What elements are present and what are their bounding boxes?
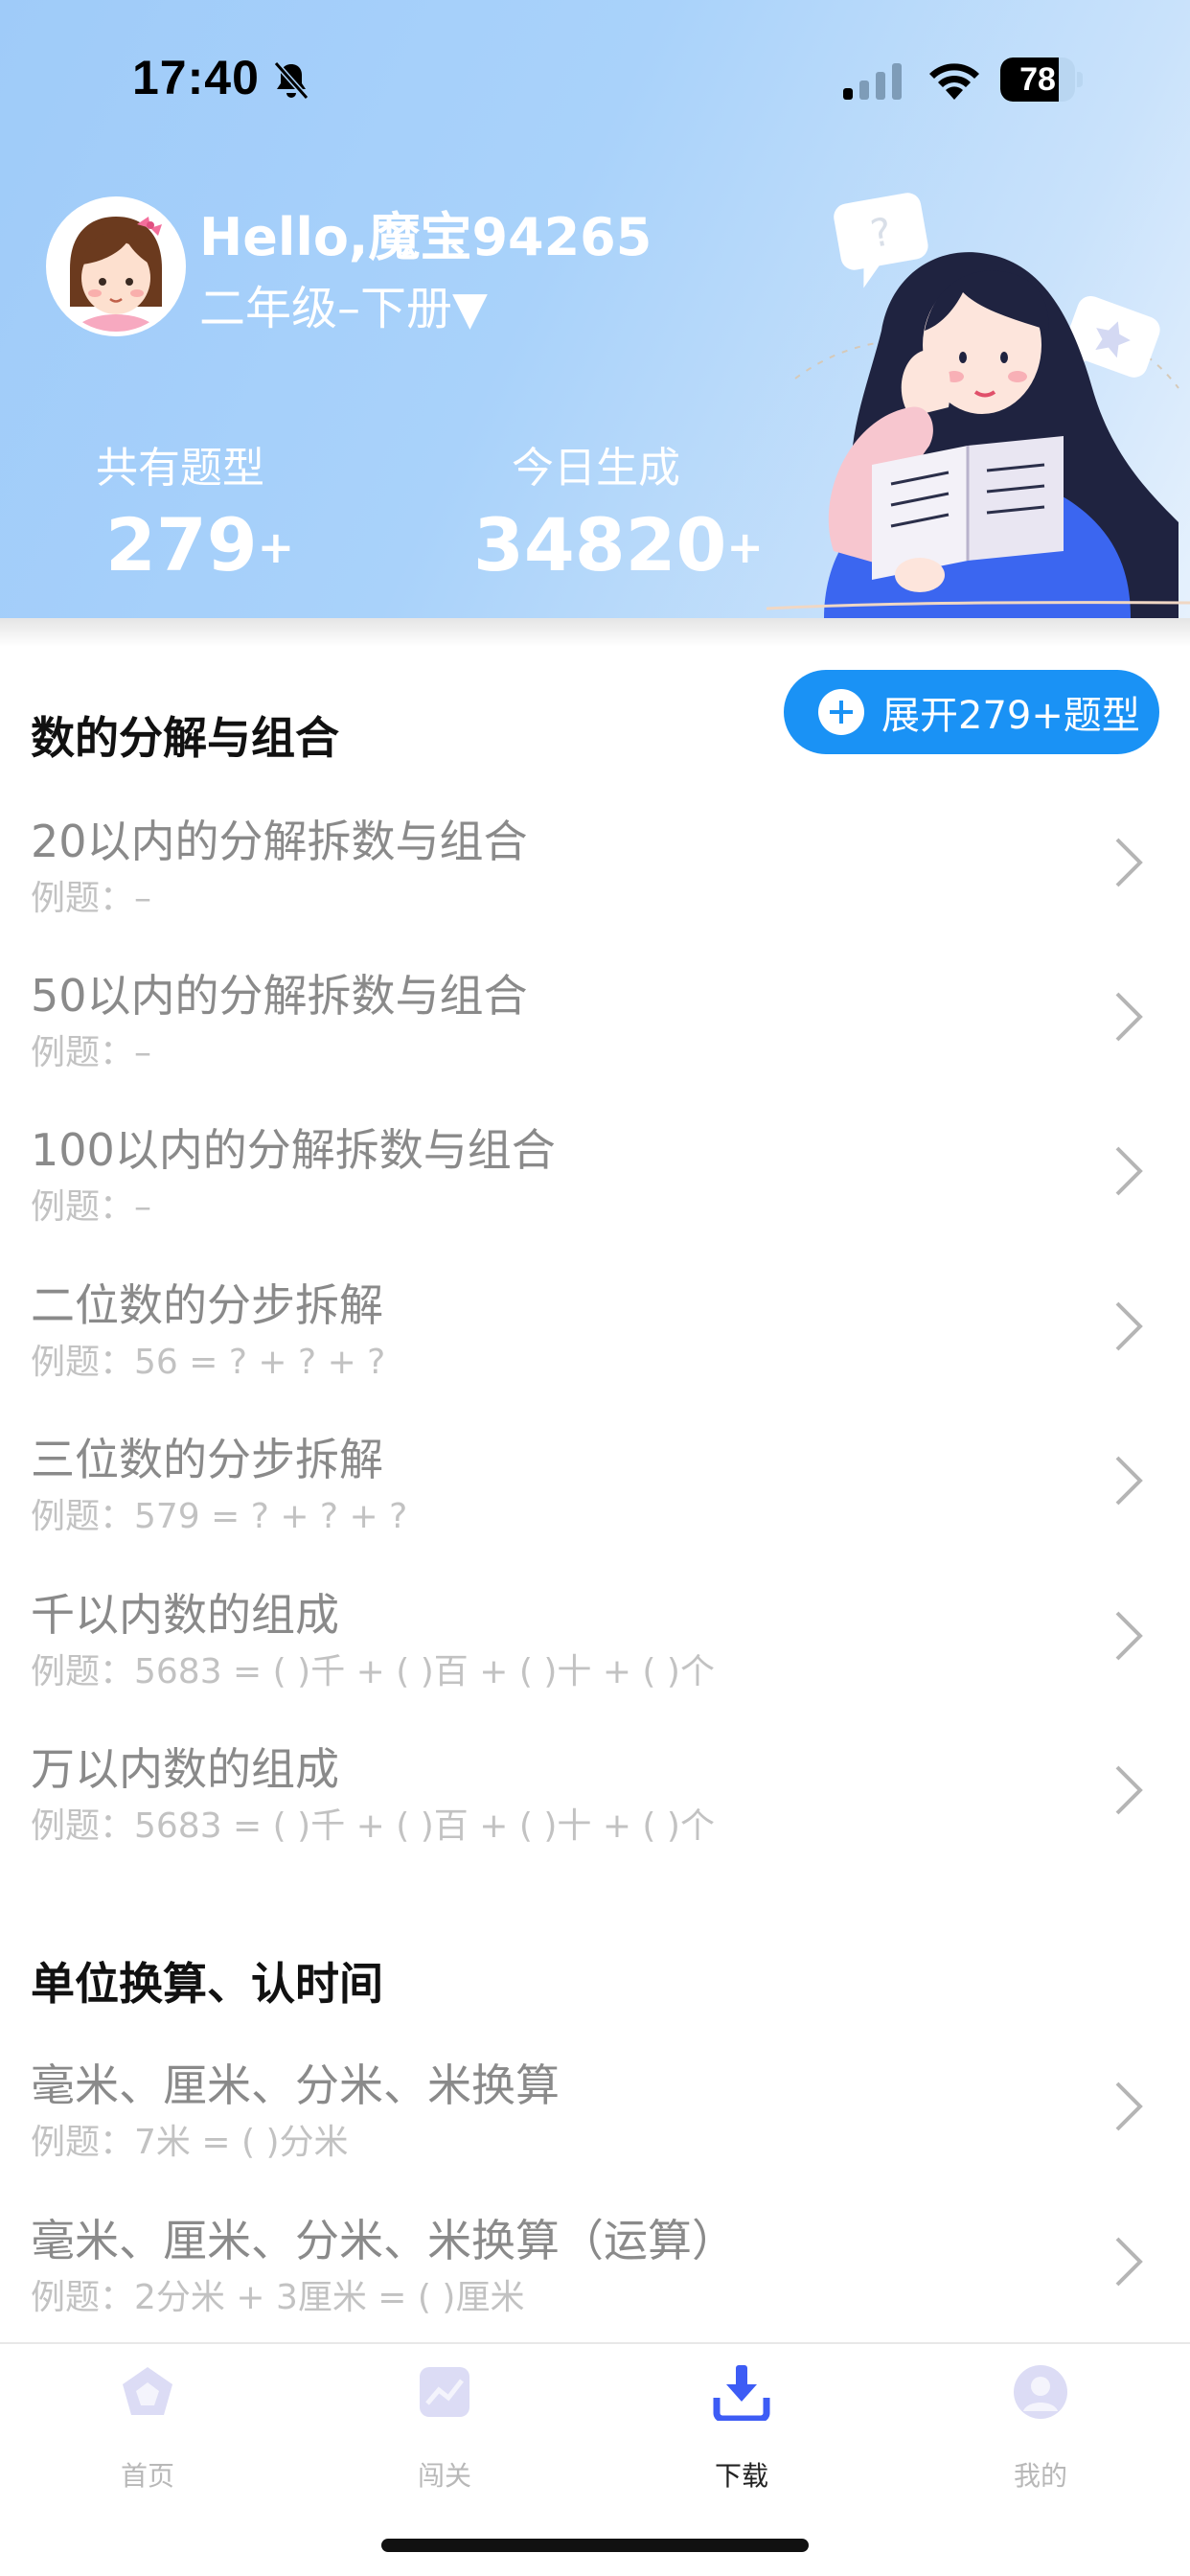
list-item[interactable]: 20以内的分解拆数与组合 例题：–	[0, 807, 1190, 960]
download-icon	[713, 2365, 770, 2421]
item-example: 例题：579 = ? + ? + ?	[31, 1497, 408, 1536]
avatar[interactable]	[46, 196, 186, 336]
item-example: 例题：–	[31, 1033, 152, 1072]
today-generated-label: 今日生成	[512, 444, 680, 493]
tab-label: 下载	[714, 2460, 768, 2492]
chevron-right-icon	[1115, 1301, 1143, 1351]
item-title: 50以内的分解拆数与组合	[31, 970, 528, 1022]
battery-icon: 78	[1000, 58, 1083, 102]
status-bar: 17:40 78	[0, 0, 1190, 153]
wifi-icon	[929, 63, 979, 100]
bell-slash-icon	[273, 61, 309, 100]
profile-icon	[1014, 2365, 1067, 2419]
tab-label: 闯关	[417, 2460, 471, 2492]
item-example: 例题：5683 = ( )千 + ( )百 + ( )十 + ( )个	[31, 1652, 715, 1691]
list-item[interactable]: 千以内数的组成 例题：5683 = ( )千 + ( )百 + ( )十 + (…	[0, 1580, 1190, 1734]
tab-challenge[interactable]: 闯关	[330, 2363, 560, 2492]
list-item[interactable]: 三位数的分步拆解 例题：579 = ? + ? + ?	[0, 1425, 1190, 1578]
chevron-right-icon	[1115, 1456, 1143, 1506]
greeting-text: Hello,魔宝94265	[199, 207, 652, 267]
section-title-unit-conversion: 单位换算、认时间	[31, 1958, 383, 2010]
list-item[interactable]: 毫米、厘米、分米、米换算（运算） 例题：2分米 + 3厘米 = ( )厘米	[0, 2206, 1190, 2359]
chart-icon	[420, 2367, 469, 2417]
status-time: 17:40	[132, 51, 260, 104]
tab-label: 我的	[1013, 2460, 1067, 2492]
list-item[interactable]: 50以内的分解拆数与组合 例题：–	[0, 961, 1190, 1115]
girl-avatar-icon	[51, 201, 181, 332]
tab-home[interactable]: 首页	[33, 2363, 263, 2492]
chevron-right-icon	[1115, 1146, 1143, 1196]
signal-icon	[843, 63, 902, 100]
reading-girl-illustration: ?	[767, 193, 1190, 618]
item-example: 例题：5683 = ( )千 + ( )百 + ( )十 + ( )个	[31, 1806, 715, 1846]
home-pentagon-icon	[123, 2367, 172, 2415]
chevron-right-icon	[1115, 838, 1143, 887]
item-title: 100以内的分解拆数与组合	[31, 1124, 556, 1176]
tab-download[interactable]: 下载	[627, 2363, 857, 2492]
list-item[interactable]: 二位数的分步拆解 例题：56 = ? + ? + ?	[0, 1271, 1190, 1424]
home-indicator[interactable]	[381, 2539, 809, 2552]
section-title-decomposition: 数的分解与组合	[31, 712, 339, 764]
grade-selector[interactable]: 二年级–下册▼	[199, 270, 488, 337]
chevron-right-icon	[1115, 992, 1143, 1042]
item-title: 千以内数的组成	[31, 1589, 339, 1641]
item-title: 万以内数的组成	[31, 1743, 339, 1795]
plus-circle-icon	[818, 689, 864, 735]
item-title: 二位数的分步拆解	[31, 1279, 383, 1331]
chevron-right-icon	[1115, 2237, 1143, 2287]
item-example: 例题：–	[31, 1187, 152, 1227]
types-count-label: 共有题型	[96, 444, 264, 493]
tab-profile[interactable]: 我的	[926, 2363, 1156, 2492]
list-item[interactable]: 毫米、厘米、分米、米换算 例题：7米 = ( )分米	[0, 2051, 1190, 2204]
item-title: 毫米、厘米、分米、米换算（运算）	[31, 2215, 736, 2266]
chevron-right-icon	[1115, 1611, 1143, 1661]
expand-button-label: 展开279+题型	[881, 694, 1140, 738]
types-count-value: 279+	[105, 502, 295, 587]
item-example: 例题：2分米 + 3厘米 = ( )厘米	[31, 2278, 525, 2317]
tab-label: 首页	[120, 2460, 174, 2492]
list-item[interactable]: 100以内的分解拆数与组合 例题：–	[0, 1116, 1190, 1269]
item-example: 例题：7米 = ( )分米	[31, 2123, 349, 2162]
chevron-right-icon	[1115, 1765, 1143, 1815]
item-title: 20以内的分解拆数与组合	[31, 816, 528, 867]
today-generated-value: 34820+	[473, 502, 764, 587]
item-title: 三位数的分步拆解	[31, 1434, 383, 1485]
chevron-right-icon	[1115, 2082, 1143, 2131]
profile-header: 17:40 78 Hello,魔宝94265 二年级–下册▼ 共有题型 279+…	[0, 0, 1190, 618]
item-title: 毫米、厘米、分米、米换算	[31, 2059, 560, 2111]
list-item[interactable]: 万以内数的组成 例题：5683 = ( )千 + ( )百 + ( )十 + (…	[0, 1735, 1190, 1888]
item-example: 例题：–	[31, 879, 152, 918]
expand-all-types-button[interactable]: 展开279+题型	[784, 670, 1159, 754]
item-example: 例题：56 = ? + ? + ?	[31, 1343, 386, 1382]
